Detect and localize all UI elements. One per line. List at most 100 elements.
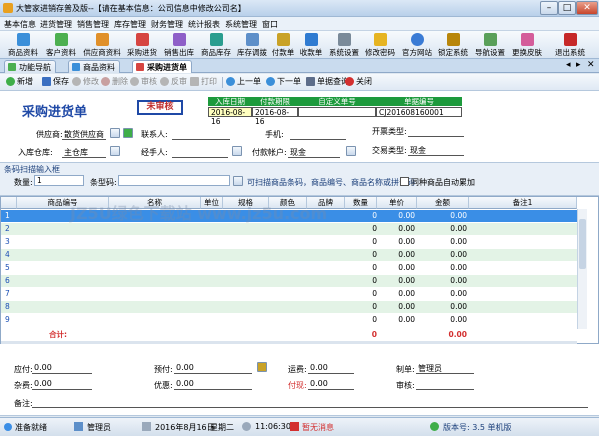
nav-icon	[483, 33, 497, 46]
toolbar-purchase[interactable]: 采购进货	[125, 32, 159, 58]
main-toolbar: 商品资料 客户资料 供应商资料 采购进货 销售出库 商品库存 库存调拨 付款单 …	[0, 31, 599, 59]
toolbar-settings[interactable]: 系统设置	[327, 32, 361, 58]
audit-status-stamp: 未审核	[137, 100, 183, 115]
barcode-input[interactable]	[118, 175, 230, 186]
next-doc-button[interactable]: 下一单	[266, 76, 301, 89]
col-payment-due: 付款期限	[252, 97, 298, 106]
tab-scroll-right-icon[interactable]: ▸	[576, 60, 581, 70]
toolbar-sales-out[interactable]: 销售出库	[162, 32, 196, 58]
tab-close-icon[interactable]: ✕	[587, 60, 595, 70]
contact-field[interactable]	[172, 139, 230, 140]
inbound-date-field[interactable]: 2016-08-16	[208, 107, 252, 126]
misc-fee-value[interactable]: 0.00	[34, 379, 52, 388]
toolbar-lock[interactable]: 锁定系统	[436, 32, 470, 58]
table-row[interactable]: 8 0 0.00 0.00	[1, 301, 586, 313]
freight-value[interactable]: 0.00	[310, 363, 328, 372]
edit-button[interactable]: 修改	[72, 76, 99, 89]
grid-header-amount: 金额	[417, 197, 469, 209]
toolbar-nav-settings[interactable]: 导航设置	[473, 32, 507, 58]
menu-reports[interactable]: 统计报表	[188, 19, 220, 30]
cash-paid-value[interactable]: 0.00	[310, 379, 328, 388]
status-bar: 准备就绪 管理员 2016年8月16日 星期二 11:06:30 暂无消息 版本…	[0, 417, 599, 436]
handler-field[interactable]	[172, 157, 228, 158]
barcode-search-icon[interactable]	[233, 176, 243, 186]
toolbar-skin[interactable]: 更换皮肤	[509, 32, 545, 58]
table-row[interactable]: 6 0 0.00 0.00	[1, 275, 586, 287]
merge-checkbox[interactable]	[400, 177, 409, 186]
scrollbar-thumb[interactable]	[579, 219, 586, 269]
toolbar-separator	[222, 77, 223, 88]
menu-finance[interactable]: 财务管理	[151, 19, 183, 30]
query-doc-button[interactable]: 单据查询	[306, 76, 349, 89]
toolbar-transfer[interactable]: 库存调拨	[235, 32, 269, 58]
custom-number-field[interactable]	[298, 107, 376, 117]
minimize-button[interactable]: –	[540, 1, 558, 15]
qty-input[interactable]: 1	[34, 175, 84, 186]
toolbar-product-info[interactable]: 商品资料	[6, 32, 40, 58]
unaudit-icon	[160, 77, 169, 86]
globe-icon	[410, 33, 424, 46]
toolbar-customer-info[interactable]: 客户资料	[44, 32, 78, 58]
menu-stock[interactable]: 库存管理	[114, 19, 146, 30]
table-row[interactable]: 7 0 0.00 0.00	[1, 288, 586, 300]
toolbar-exit[interactable]: 退出系统	[552, 32, 588, 58]
tab-purchase-order[interactable]: 采购进货单	[132, 60, 192, 73]
table-row[interactable]: 2 0 0.00 0.00	[1, 223, 586, 235]
prev-doc-button[interactable]: 上一单	[226, 76, 261, 89]
close-doc-button[interactable]: 关闭	[345, 76, 372, 89]
status-message[interactable]: 暂无消息	[302, 422, 334, 433]
menu-window[interactable]: 窗口	[262, 19, 278, 30]
toolbar-payment[interactable]: 付款单	[270, 32, 296, 58]
delete-button[interactable]: 删除	[101, 76, 128, 89]
user-icon	[74, 422, 83, 431]
menu-sales[interactable]: 销售管理	[77, 19, 109, 30]
auditor-label: 审核:	[396, 381, 415, 390]
phone-field[interactable]	[290, 139, 346, 140]
menu-basic-info[interactable]: 基本信息	[4, 19, 36, 30]
toolbar-receipt[interactable]: 收款单	[298, 32, 324, 58]
audit-button[interactable]: 审核	[130, 76, 157, 89]
print-button[interactable]: 打印	[190, 76, 217, 89]
tab-scroll-left-icon[interactable]: ◂	[566, 60, 571, 70]
table-row[interactable]: 5 0 0.00 0.00	[1, 262, 586, 274]
warehouse-search-icon[interactable]	[110, 146, 120, 156]
table-row[interactable]: 3 0 0.00 0.00	[1, 236, 586, 248]
toolbar-change-password[interactable]: 修改密码	[363, 32, 397, 58]
account-search-icon[interactable]	[346, 146, 356, 156]
misc-fee-label: 杂费:	[14, 381, 33, 390]
tab-function-nav[interactable]: 功能导航	[4, 60, 56, 73]
status-weekday: 星期二	[210, 423, 234, 432]
exit-icon	[563, 33, 577, 46]
payable-value[interactable]: 0.00	[34, 363, 52, 372]
prepaid-value[interactable]: 0.00	[176, 363, 194, 372]
unaudit-button[interactable]: 反审	[160, 76, 187, 89]
handler-search-icon[interactable]	[232, 146, 242, 156]
status-date: 2016年8月16日	[155, 423, 215, 432]
qty-label: 数量:	[14, 178, 33, 187]
status-version: 版本号: 3.5 单机版	[443, 423, 512, 432]
close-window-button[interactable]: ✕	[576, 1, 598, 15]
supplier-add-icon[interactable]	[123, 128, 133, 138]
menu-system[interactable]: 系统管理	[225, 19, 257, 30]
purchase-icon	[135, 33, 149, 46]
save-button[interactable]: 保存	[42, 76, 69, 89]
grid-header-index	[1, 197, 17, 209]
toolbar-website[interactable]: 官方网站	[400, 32, 434, 58]
tab-product-info[interactable]: 商品资料	[68, 60, 120, 73]
invoice-type-field[interactable]	[408, 136, 464, 137]
barcode-scan-panel: 条码扫描输入框 数量: 1 条型码: 可扫描商品条码，商品编号、商品名称或拼音码…	[0, 163, 599, 196]
supplier-search-icon[interactable]	[110, 128, 120, 138]
maximize-button[interactable]: □	[558, 1, 576, 15]
table-row[interactable]: 9 0 0.00 0.00	[1, 314, 586, 326]
vertical-scrollbar[interactable]	[577, 209, 587, 329]
menu-purchase[interactable]: 进货管理	[40, 19, 72, 30]
transfer-icon	[245, 33, 259, 46]
discount-value[interactable]: 0.00	[176, 379, 194, 388]
toolbar-stock[interactable]: 商品库存	[199, 32, 233, 58]
prepaid-calc-icon[interactable]	[257, 362, 267, 372]
table-row[interactable]: 4 0 0.00 0.00	[1, 249, 586, 261]
remark-field[interactable]	[32, 407, 588, 408]
payment-due-field[interactable]: 2016-08-16	[252, 107, 298, 126]
toolbar-supplier-info[interactable]: 供应商资料	[82, 32, 122, 58]
new-button[interactable]: 新增	[6, 76, 33, 89]
